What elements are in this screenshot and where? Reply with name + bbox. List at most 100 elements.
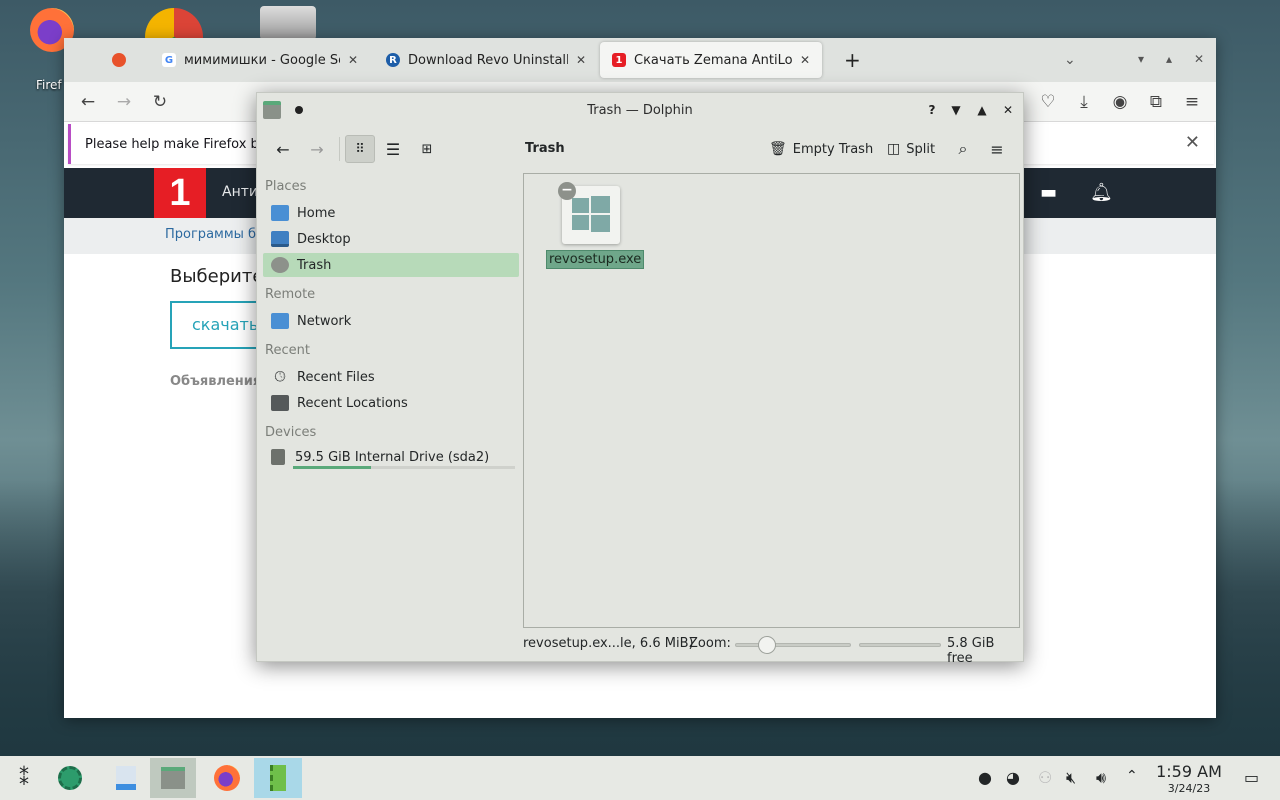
reload-icon[interactable]: ↻ [148, 90, 172, 114]
places-item-network[interactable]: Network [263, 309, 519, 333]
clock-time[interactable]: 1:59 AM [1150, 762, 1228, 781]
zoom-slider-handle[interactable] [758, 636, 776, 654]
places-item-label: Trash [297, 257, 332, 273]
desktop-icon-installer[interactable] [258, 6, 318, 40]
chevron-up-icon[interactable]: ⌃ [1126, 768, 1138, 784]
archive-task-icon [270, 765, 286, 791]
bell-icon[interactable]: 🔔︎ [1090, 182, 1113, 203]
tab-revo[interactable]: R Download Revo Uninstalle ✕ [374, 42, 598, 78]
network-status-icon[interactable]: ⚇ [1038, 768, 1052, 787]
recent-locations-icon [271, 395, 289, 411]
dolphin-task-icon [161, 767, 185, 789]
selection-info: revosetup.ex...le, 6.6 MiB) [523, 636, 694, 651]
google-icon: G [162, 53, 176, 67]
places-panel: Places Home Desktop Trash Remote Network… [261, 173, 519, 629]
firefox-icon [112, 53, 126, 67]
mute-icon[interactable]: 🔇︎ [1066, 768, 1076, 788]
forward-icon[interactable]: → [303, 135, 331, 163]
app-launcher-icon[interactable]: ⁑ [4, 758, 44, 798]
tab-pinned[interactable] [100, 42, 150, 78]
chat-icon[interactable]: ▬ [1040, 182, 1057, 203]
file-name: revosetup.exe [546, 250, 645, 269]
menu-icon[interactable]: ≡ [1180, 90, 1204, 114]
places-item-recent-locations[interactable]: Recent Locations [263, 391, 519, 415]
back-icon[interactable]: ← [269, 135, 297, 163]
places-item-desktop[interactable]: Desktop [263, 227, 519, 251]
recent-header: Recent [265, 343, 310, 358]
volume-icon[interactable]: 🔊︎ [1096, 768, 1106, 788]
forward-icon[interactable]: → [112, 90, 136, 114]
desktop-folder-icon [271, 231, 289, 247]
dolphin-app-icon[interactable] [263, 101, 281, 119]
close-icon[interactable]: ✕ [348, 53, 358, 67]
minus-badge-icon[interactable]: − [558, 182, 576, 200]
help-button[interactable]: ? [923, 101, 941, 119]
tree-view-icon[interactable]: ⊞ [413, 135, 441, 163]
drive-icon [271, 449, 285, 465]
taskbar-firefox[interactable] [204, 758, 250, 798]
revo-icon: R [386, 53, 400, 67]
zoom-slider[interactable] [735, 636, 851, 654]
maximize-icon[interactable]: ▴ [1166, 52, 1172, 66]
file-item[interactable]: − revosetup.exe [546, 182, 645, 269]
close-icon[interactable]: ✕ [1185, 132, 1200, 153]
devices-header: Devices [265, 425, 317, 440]
places-item-trash[interactable]: Trash [263, 253, 519, 277]
account-icon[interactable]: ◉ [1108, 90, 1132, 114]
close-icon[interactable]: ✕ [999, 101, 1017, 119]
clock-date[interactable]: 3/24/23 [1150, 782, 1228, 795]
close-icon[interactable]: ✕ [800, 53, 810, 67]
list-tabs-icon[interactable]: ⌄ [1064, 52, 1076, 68]
tab-bar: G мимимишки - Google Sea ✕ R Download Re… [64, 38, 1216, 82]
taskbar-dolphin[interactable] [150, 758, 196, 798]
file-view[interactable]: − revosetup.exe [523, 173, 1020, 628]
details-view-icon[interactable]: ☰ [379, 135, 407, 163]
remote-header: Remote [265, 287, 316, 302]
places-item-drive[interactable]: 59.5 GiB Internal Drive (sda2) [263, 445, 519, 469]
downloads-icon[interactable]: ⤓ [1072, 90, 1096, 114]
download-manager-icon[interactable] [106, 758, 146, 798]
tab-label: мимимишки - Google Sea [184, 52, 340, 68]
status-bar: revosetup.ex...le, 6.6 MiB) Zoom: 5.8 Gi… [523, 633, 1023, 666]
pin-icon[interactable] [295, 106, 303, 114]
places-item-label: Desktop [297, 231, 351, 247]
zoom-label: Zoom: [689, 636, 731, 651]
firefox-task-icon [214, 765, 240, 791]
split-button[interactable]: ◫ Split [887, 135, 935, 163]
minimize-icon[interactable]: ▼ [947, 101, 965, 119]
breadcrumb-link[interactable]: Программы бе [165, 227, 264, 242]
taskbar: ⁑ ● ◕ ⚇ 🔇︎ 🔊︎ ⌃ 1:59 AM 3/24/23 ▭ [0, 756, 1280, 800]
user-icon[interactable]: ● [978, 768, 992, 787]
hamburger-menu-icon[interactable]: ≡ [983, 135, 1011, 163]
trash-icon [271, 257, 289, 273]
show-desktop-icon[interactable]: ▭ [1244, 768, 1259, 787]
empty-trash-button[interactable]: 🗑︎ Empty Trash [769, 135, 873, 163]
tab-zemana[interactable]: 1 Скачать Zemana AntiLogg ✕ [600, 42, 822, 78]
back-icon[interactable]: ← [76, 90, 100, 114]
places-item-label: Recent Files [297, 369, 375, 385]
tab-google-search[interactable]: G мимимишки - Google Sea ✕ [150, 42, 370, 78]
icons-view-icon[interactable]: ⠿ [345, 135, 375, 163]
minimize-icon[interactable]: ▾ [1138, 52, 1144, 66]
notification-text: Please help make Firefox be [85, 136, 267, 152]
taskbar-archive[interactable] [254, 758, 302, 798]
site-logo[interactable]: 1 [154, 168, 206, 218]
maximize-icon[interactable]: ▲ [973, 101, 991, 119]
new-tab-button[interactable]: + [832, 42, 868, 78]
places-item-label: Recent Locations [297, 395, 408, 411]
close-icon[interactable]: ✕ [576, 53, 586, 67]
close-window-icon[interactable]: ✕ [1194, 52, 1204, 66]
places-item-recent-files[interactable]: 🕓︎ Recent Files [263, 365, 519, 389]
location-breadcrumb[interactable]: Trash [525, 141, 565, 156]
pocket-icon[interactable]: ♡ [1036, 90, 1060, 114]
places-item-label: Home [297, 205, 336, 221]
toolbar-separator [339, 137, 340, 161]
discover-icon[interactable] [50, 758, 90, 798]
color-picker-icon[interactable]: ◕ [1006, 768, 1020, 787]
tab-label: Скачать Zemana AntiLogg [634, 52, 792, 68]
places-header: Places [265, 179, 307, 194]
search-icon[interactable]: ⌕ [949, 135, 977, 163]
dolphin-toolbar: ← → ⠿ ☰ ⊞ Trash 🗑︎ Empty Trash ◫ Split ⌕… [257, 127, 1023, 169]
extensions-icon[interactable]: ⧉ [1144, 90, 1168, 114]
places-item-home[interactable]: Home [263, 201, 519, 225]
